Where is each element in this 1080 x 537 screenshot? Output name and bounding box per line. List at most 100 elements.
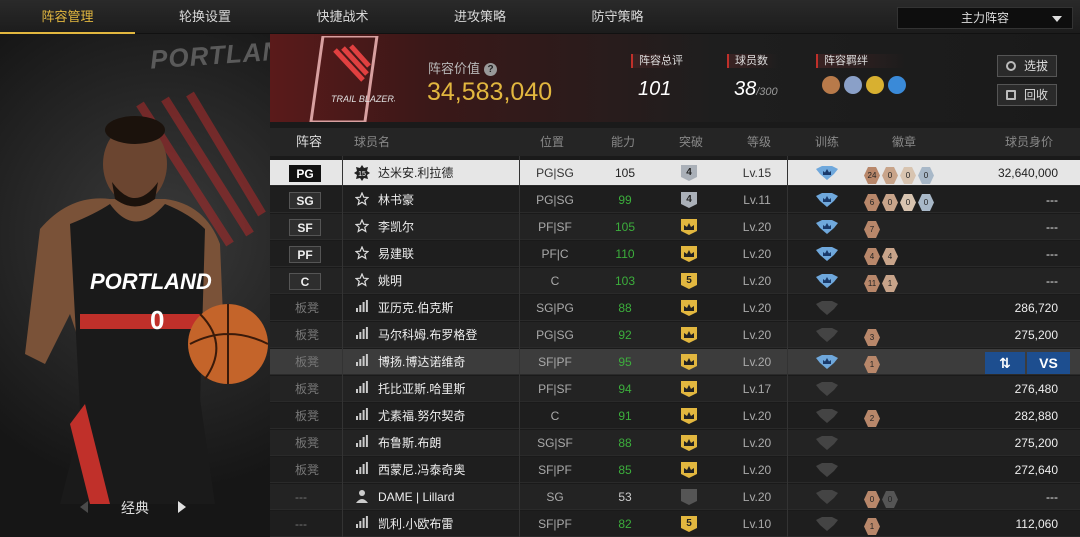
training-shield-icon[interactable] xyxy=(816,241,838,267)
table-row[interactable]: --- 凯利.小欧布雷 SF|PF 82 5 Lv.10 1 112,060 xyxy=(270,511,1080,537)
badge-hex[interactable]: 0 xyxy=(882,491,898,508)
bond-icon[interactable] xyxy=(866,76,884,94)
tab-rotation-settings[interactable]: 轮换设置 xyxy=(135,0,275,34)
training-shield-icon[interactable] xyxy=(816,214,838,240)
table-row[interactable]: 板凳 亚历克.伯克斯 SG|PG 88 Lv.20 286,720 xyxy=(270,295,1080,321)
lineup-slot: 板凳 xyxy=(295,355,320,369)
bond-stat: 阵容羁绊 xyxy=(816,54,906,94)
lineup-value-label-text: 阵容价值 xyxy=(428,61,481,76)
player-name[interactable]: 尤素福.努尔契奇 xyxy=(378,403,465,429)
badge-hex[interactable]: 4 xyxy=(882,248,898,265)
player-name[interactable]: 亚历克.伯克斯 xyxy=(378,295,453,321)
bond-icon[interactable] xyxy=(844,76,862,94)
star-icon xyxy=(352,187,372,213)
signal-bars-icon xyxy=(352,322,372,348)
training-shield-icon[interactable] xyxy=(816,268,838,294)
tab-offense-strategy[interactable]: 进攻策略 xyxy=(410,0,550,34)
badge-hex[interactable]: 4 xyxy=(864,248,880,265)
training-shield-icon[interactable] xyxy=(816,349,838,375)
badge-hex[interactable]: 7 xyxy=(864,221,880,238)
player-name[interactable]: 达米安.利拉德 xyxy=(378,160,453,186)
table-row[interactable]: SF 李凯尔 PF|SF 105 Lv.20 7 --- xyxy=(270,214,1080,240)
badge-list: 6000 xyxy=(864,187,934,213)
lineup-value-label: 阵容价值? xyxy=(428,58,498,77)
badge-hex[interactable]: 0 xyxy=(918,167,934,184)
training-shield-icon[interactable] xyxy=(816,403,838,429)
player-name[interactable]: 姚明 xyxy=(378,268,402,294)
player-name[interactable]: 布鲁斯.布朗 xyxy=(378,430,441,456)
badge-hex[interactable]: 3 xyxy=(864,329,880,346)
swap-button[interactable]: ⇅ xyxy=(985,352,1025,374)
table-row[interactable]: 板凳 布鲁斯.布朗 SG|SF 88 Lv.20 275,200 xyxy=(270,430,1080,456)
signal-bars-icon xyxy=(352,511,372,537)
training-shield-icon[interactable] xyxy=(816,430,838,456)
badge-hex[interactable]: 1 xyxy=(864,356,880,373)
table-row[interactable]: PG 15 达米安.利拉德 PG|SG 105 4 Lv.15 24 0 0 0 32,640,000 xyxy=(270,160,1080,186)
player-name[interactable]: 凯利.小欧布雷 xyxy=(378,511,453,537)
badge-hex[interactable]: 6 xyxy=(864,194,880,211)
prev-arrow-icon[interactable] xyxy=(80,501,88,513)
breakthrough-level: 5 xyxy=(686,518,692,529)
badge-hex[interactable]: 2 xyxy=(864,410,880,427)
badge-hex[interactable]: 0 xyxy=(882,194,898,211)
recycle-button[interactable]: 回收 xyxy=(997,84,1057,106)
badge-hex[interactable]: 1 xyxy=(882,275,898,292)
tab-lineup-management[interactable]: 阵容管理 xyxy=(0,0,135,34)
table-row[interactable]: --- DAME | Lillard SG 53 Lv.20 0 0 --- xyxy=(270,484,1080,510)
badge-hex[interactable]: 1 xyxy=(864,518,880,535)
tab-quick-tactics[interactable]: 快捷战术 xyxy=(275,0,410,34)
bond-icon[interactable] xyxy=(888,76,906,94)
player-ability: 53 xyxy=(618,490,632,504)
training-shield-icon[interactable] xyxy=(816,187,838,213)
badge-hex[interactable]: 0 xyxy=(900,194,916,211)
table-row[interactable]: 板凳 尤素福.努尔契奇 C 91 Lv.20 2 282,880 xyxy=(270,403,1080,429)
training-shield-icon[interactable] xyxy=(816,376,838,402)
badge-hex[interactable]: 0 xyxy=(864,491,880,508)
style-label: 经典 xyxy=(121,500,149,516)
player-name[interactable]: 李凯尔 xyxy=(378,214,414,240)
player-name[interactable]: 博扬.博达诺维奇 xyxy=(378,349,465,375)
player-name[interactable]: 林书豪 xyxy=(378,187,414,213)
player-name[interactable]: 易建联 xyxy=(378,241,414,267)
breakthrough-level: 4 xyxy=(686,194,692,205)
training-shield-icon[interactable] xyxy=(816,511,838,537)
player-position: PG|SG xyxy=(536,166,574,180)
table-row[interactable]: 板凳 马尔科姆.布罗格登 PG|SG 92 Lv.20 3 275,200 xyxy=(270,322,1080,348)
badge-hex[interactable]: 0 xyxy=(918,194,934,211)
player-name[interactable]: 托比亚斯.哈里斯 xyxy=(378,376,465,402)
player-name[interactable]: 马尔科姆.布罗格登 xyxy=(378,322,477,348)
badge-hex[interactable]: 11 xyxy=(864,275,880,292)
next-arrow-icon[interactable] xyxy=(178,501,186,513)
bond-icon[interactable] xyxy=(822,76,840,94)
player-level: Lv.20 xyxy=(742,274,772,288)
rating-stat: 阵容总评 101 xyxy=(631,54,683,101)
table-row[interactable]: C 姚明 C 103 5 Lv.20 11 1 --- xyxy=(270,268,1080,294)
breakthrough-level: 4 xyxy=(686,167,692,178)
player-position: C xyxy=(550,409,560,423)
player-position: PF|SF xyxy=(538,382,572,396)
breakthrough-level: 5 xyxy=(686,275,692,286)
table-row[interactable]: SG 林书豪 PG|SG 99 4 Lv.11 6 0 0 0 --- xyxy=(270,187,1080,213)
training-shield-icon[interactable] xyxy=(816,295,838,321)
badge-hex[interactable]: 0 xyxy=(882,167,898,184)
lineup-value: 34,583,040 xyxy=(427,78,553,106)
lineup-select[interactable]: 主力阵容 xyxy=(897,7,1073,29)
crown-icon xyxy=(680,295,700,321)
table-row[interactable]: PF 易建联 PF|C 110 Lv.20 4 4 --- xyxy=(270,241,1080,267)
badge-hex[interactable]: 24 xyxy=(864,167,880,184)
pick-button[interactable]: 选拔 xyxy=(997,55,1057,77)
table-row[interactable]: 板凳 西蒙尼.冯泰奇奥 SF|PF 85 Lv.20 272,640 xyxy=(270,457,1080,483)
table-row[interactable]: 板凳 托比亚斯.哈里斯 PF|SF 94 Lv.17 276,480 xyxy=(270,376,1080,402)
training-shield-icon[interactable] xyxy=(816,322,838,348)
table-row[interactable]: 板凳博扬.博达诺维奇SF|PF95Lv.2013 xyxy=(270,349,1080,375)
vs-button[interactable]: VS xyxy=(1027,352,1070,374)
player-name[interactable]: 西蒙尼.冯泰奇奥 xyxy=(378,457,465,483)
player-value: --- xyxy=(1046,274,1058,288)
player-name[interactable]: DAME | Lillard xyxy=(378,484,454,510)
training-shield-icon[interactable] xyxy=(816,457,838,483)
tab-defense-strategy[interactable]: 防守策略 xyxy=(550,0,685,34)
training-shield-icon[interactable] xyxy=(816,484,838,510)
badge-hex[interactable]: 0 xyxy=(900,167,916,184)
help-icon[interactable]: ? xyxy=(484,63,498,76)
training-shield-icon[interactable] xyxy=(816,160,838,186)
